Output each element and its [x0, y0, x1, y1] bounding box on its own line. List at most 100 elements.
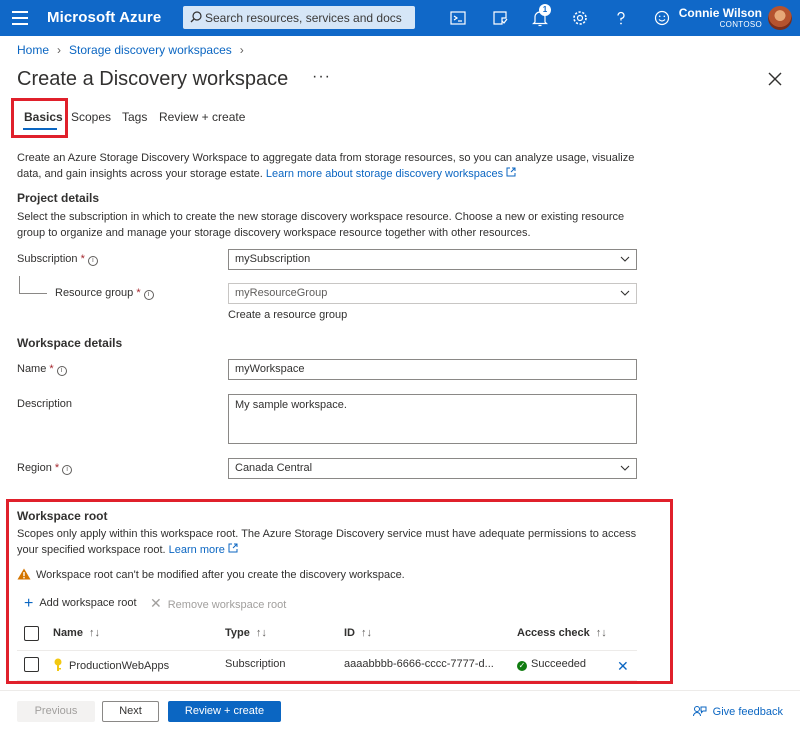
review-create-button[interactable]: Review + create — [168, 701, 281, 722]
remove-row-icon[interactable]: ✕ — [617, 658, 629, 675]
tree-connector — [19, 276, 20, 293]
tab-tags[interactable]: Tags — [122, 110, 147, 124]
notifications-badge: 1 — [539, 4, 551, 16]
sort-icon: ↑↓ — [255, 627, 267, 639]
chevron-right-icon: › — [239, 43, 244, 57]
resource-group-value: myResourceGroup — [235, 287, 328, 299]
add-icon: + — [24, 595, 34, 612]
user-name[interactable]: Connie Wilson — [679, 6, 762, 20]
remove-icon: ✕ — [150, 595, 162, 611]
required-mark: * — [54, 462, 60, 474]
tab-scopes[interactable]: Scopes — [71, 110, 111, 124]
chevron-right-icon: › — [57, 43, 62, 57]
warning-text: Workspace root can't be modified after y… — [36, 569, 405, 581]
remove-workspace-root-button[interactable]: ✕ Remove workspace root — [150, 595, 286, 612]
close-icon[interactable] — [768, 72, 782, 86]
column-header-name-label: Name — [53, 627, 83, 639]
project-details-text: Select the subscription in which to crea… — [17, 211, 625, 239]
breadcrumb: Home › Storage discovery workspaces › — [17, 43, 252, 57]
description-label: Description — [17, 398, 73, 410]
cloud-shell-icon[interactable] — [448, 8, 468, 28]
external-link-icon — [506, 167, 516, 177]
name-value: myWorkspace — [235, 363, 305, 375]
chevron-down-icon — [620, 465, 630, 471]
column-header-id-label: ID — [344, 627, 355, 639]
give-feedback-link[interactable]: Give feedback — [692, 705, 783, 718]
user-org: CONTOSO — [719, 20, 762, 29]
add-workspace-root-button[interactable]: + Add workspace root — [24, 595, 137, 613]
description-textarea[interactable]: My sample workspace. — [228, 394, 637, 444]
external-link-icon — [228, 543, 238, 553]
workspace-root-description: Scopes only apply within this workspace … — [17, 528, 637, 556]
name-input[interactable]: myWorkspace — [228, 359, 637, 380]
column-header-access-check-label: Access check — [517, 627, 590, 639]
tab-review-create[interactable]: Review + create — [159, 110, 245, 124]
breadcrumb-home[interactable]: Home — [17, 43, 49, 57]
search-box[interactable] — [183, 6, 415, 29]
success-check-icon: ✓ — [517, 661, 527, 671]
subscription-value: mySubscription — [235, 253, 311, 265]
workspace-root-text: Scopes only apply within this workspace … — [17, 526, 637, 558]
table-row-id: aaaabbbb-6666-cccc-7777-d... — [344, 658, 494, 670]
column-header-name[interactable]: Name ↑↓ — [53, 627, 100, 639]
top-bar: Microsoft Azure 1 Connie Wilson CONTOSO — [0, 0, 800, 36]
search-input[interactable] — [205, 6, 410, 29]
next-button[interactable]: Next — [102, 701, 159, 722]
column-header-type-label: Type — [225, 627, 250, 639]
resource-group-select[interactable]: myResourceGroup — [228, 283, 637, 304]
previous-button[interactable]: Previous — [17, 701, 95, 722]
avatar[interactable] — [768, 6, 792, 30]
resource-group-label-text: Resource group — [55, 287, 134, 299]
table-row-name: ProductionWebApps — [53, 658, 169, 672]
info-icon[interactable]: i — [143, 290, 154, 300]
remove-workspace-root-label: Remove workspace root — [167, 599, 287, 611]
sort-icon: ↑↓ — [595, 627, 607, 639]
add-workspace-root-label: Add workspace root — [39, 597, 137, 609]
help-icon[interactable] — [611, 8, 631, 28]
row-checkbox[interactable] — [24, 657, 39, 672]
feedback-smiley-icon[interactable] — [652, 8, 672, 28]
info-icon[interactable]: i — [56, 366, 67, 376]
info-icon[interactable]: i — [87, 256, 98, 266]
sort-icon: ↑↓ — [88, 627, 100, 639]
resource-group-label: Resource group * i — [55, 287, 154, 300]
table-row-access: ✓ Succeeded — [517, 658, 586, 671]
workspace-root-heading: Workspace root — [17, 509, 108, 523]
breadcrumb-storage-discovery[interactable]: Storage discovery workspaces — [69, 43, 232, 57]
region-select[interactable]: Canada Central — [228, 458, 637, 479]
access-check-value: Succeeded — [531, 658, 587, 670]
column-header-type[interactable]: Type ↑↓ — [225, 627, 267, 639]
sort-icon: ↑↓ — [361, 627, 372, 639]
warning-icon — [17, 568, 31, 580]
settings-gear-icon[interactable] — [570, 8, 590, 28]
column-header-access-check[interactable]: Access check ↑↓ — [517, 627, 607, 639]
info-icon[interactable]: i — [62, 465, 73, 475]
learn-more-link[interactable]: Learn more about storage discovery works… — [266, 168, 503, 180]
region-label-text: Region — [17, 462, 52, 474]
root-learn-more-link[interactable]: Learn more — [169, 544, 225, 556]
required-mark: * — [49, 363, 54, 375]
subscription-label-text: Subscription — [17, 253, 78, 265]
page-title: Create a Discovery workspace — [17, 68, 289, 90]
directory-filter-icon[interactable] — [490, 8, 510, 28]
menu-icon[interactable] — [12, 11, 28, 25]
subscription-key-icon — [54, 658, 62, 671]
chevron-down-icon — [620, 290, 630, 296]
search-icon — [190, 11, 202, 23]
tree-connector — [19, 293, 47, 294]
region-label: Region * i — [17, 462, 73, 475]
table-divider — [17, 680, 637, 681]
description-value: My sample workspace. — [235, 399, 347, 411]
column-header-id[interactable]: ID ↑↓ — [344, 627, 372, 639]
table-row-type: Subscription — [225, 658, 286, 670]
select-all-checkbox[interactable] — [24, 626, 39, 641]
workspace-details-heading: Workspace details — [17, 336, 123, 350]
subscription-select[interactable]: mySubscription — [228, 249, 637, 270]
intro-text: Create an Azure Storage Discovery Worksp… — [17, 150, 637, 182]
brand-title[interactable]: Microsoft Azure — [47, 9, 161, 26]
more-options-button[interactable]: ··· — [312, 68, 331, 86]
project-details-heading: Project details — [17, 191, 100, 205]
warning-message: Workspace root can't be modified after y… — [17, 568, 405, 581]
subscription-label: Subscription * i — [17, 253, 98, 266]
create-resource-group-link[interactable]: Create a resource group — [228, 309, 347, 321]
